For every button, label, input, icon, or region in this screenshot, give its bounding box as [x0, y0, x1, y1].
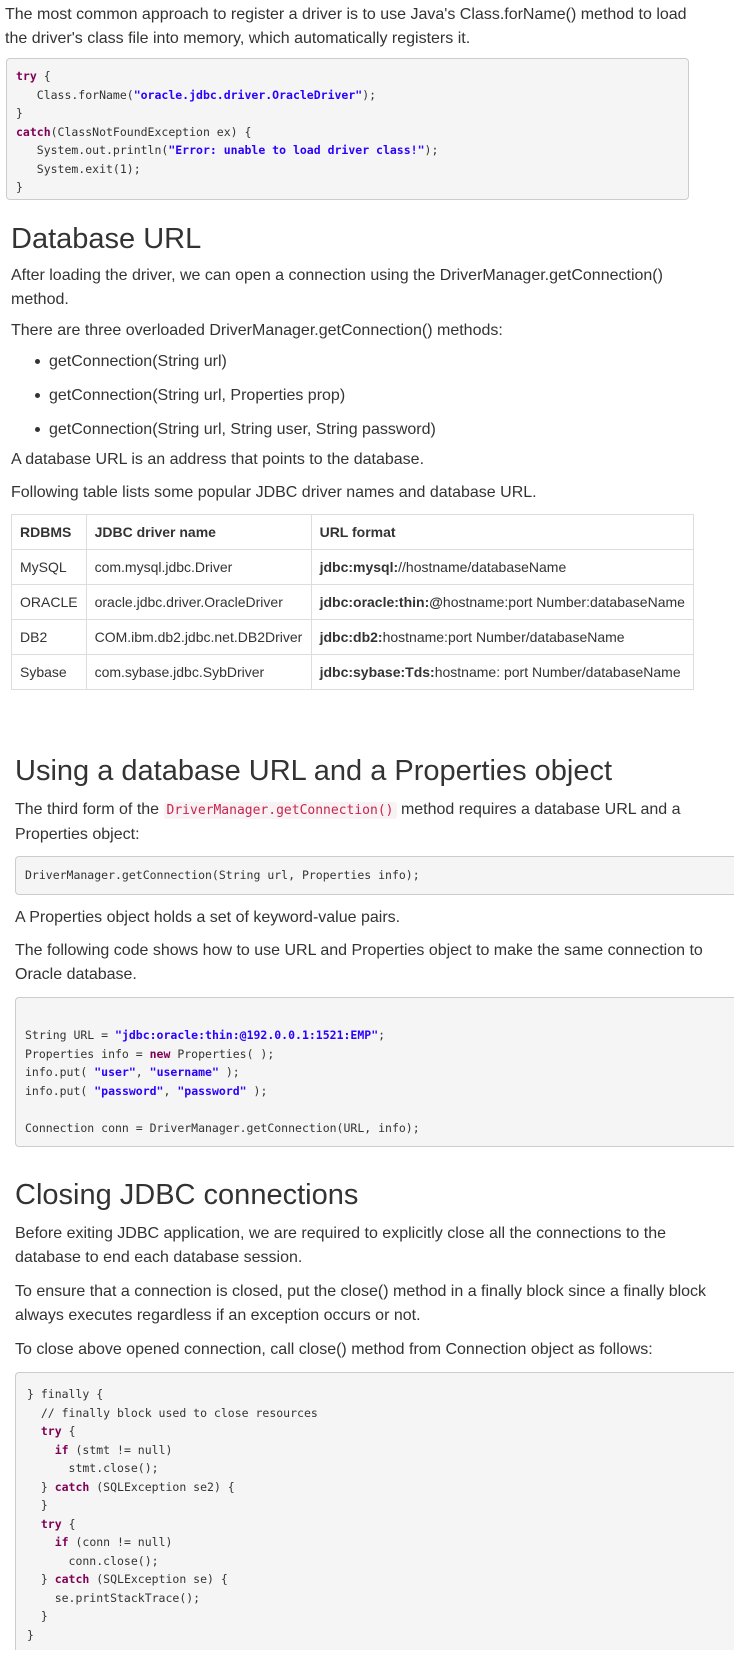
table-row: Sybase com.sybase.jdbc.SybDriver jdbc:sy… [11, 654, 695, 690]
code-block-signature: DriverManager.getConnection(String url, … [15, 856, 734, 895]
list-item: getConnection(String url) [11, 350, 691, 384]
code-block-register-driver: try { Class.forName("oracle.jdbc.driver.… [6, 58, 689, 200]
code-block-finally: } finally { // finally block used to clo… [15, 1372, 734, 1650]
bullet-icon [35, 359, 40, 364]
props-paragraph-1: The third form of the DriverManager.getC… [15, 801, 681, 843]
code-string: "password" [177, 1083, 247, 1098]
code-keyword: catch [54, 1479, 90, 1494]
url-format-cell: jdbc:oracle:thin:@hostname:port Number:d… [310, 584, 695, 620]
code-keyword: catch [16, 124, 51, 139]
column-header: URL format [310, 514, 695, 550]
code-keyword: new [149, 1046, 171, 1061]
bullet-icon [35, 393, 40, 398]
code-keyword: if [54, 1535, 69, 1549]
db-url-paragraph-2: There are three overloaded DriverManager… [11, 322, 503, 339]
code-keyword: try [16, 69, 37, 83]
db-url-paragraph-3: A database URL is an address that points… [11, 451, 425, 468]
code-keyword: catch [54, 1572, 90, 1586]
heading-properties-object: Using a database URL and a Properties ob… [15, 755, 613, 787]
rdbms-cell: DB2 [11, 619, 87, 655]
table-header-row: RDBMS JDBC driver name URL format [11, 514, 695, 550]
jdbc-driver-table: RDBMS JDBC driver name URL format MySQL … [11, 514, 695, 690]
driver-cell: COM.ibm.db2.jdbc.net.DB2Driver [85, 619, 312, 655]
code-string: "password" [94, 1083, 164, 1098]
code-keyword: try [40, 1424, 62, 1438]
driver-cell: com.sybase.jdbc.SybDriver [85, 654, 312, 690]
closing-paragraph-1: Before exiting JDBC application, we are … [15, 1225, 667, 1266]
list-item: getConnection(String url, Properties pro… [11, 384, 691, 418]
db-url-paragraph-1: After loading the driver, we can open a … [11, 267, 663, 308]
driver-cell: com.mysql.jdbc.Driver [85, 549, 312, 585]
get-connection-list: getConnection(String url) getConnection(… [11, 350, 691, 452]
code-keyword: try [40, 1516, 62, 1531]
closing-paragraph-3: To close above opened connection, call c… [15, 1341, 653, 1358]
inline-code: DriverManager.getConnection() [163, 802, 397, 819]
intro-paragraph: The most common approach to register a d… [5, 6, 687, 47]
heading-closing-connections: Closing JDBC connections [15, 1179, 359, 1211]
closing-paragraph-2: To ensure that a connection is closed, p… [15, 1283, 707, 1324]
db-url-paragraph-4: Following table lists some popular JDBC … [11, 484, 537, 501]
props-paragraph-3: The following code shows how to use URL … [15, 942, 703, 983]
column-header: RDBMS [11, 514, 87, 550]
code-string: "username" [149, 1065, 219, 1079]
table-row: MySQL com.mysql.jdbc.Driver jdbc:mysql:/… [11, 549, 695, 585]
rdbms-cell: Sybase [11, 654, 87, 690]
table-row: DB2 COM.ibm.db2.jdbc.net.DB2Driver jdbc:… [11, 619, 695, 655]
code-string: "user" [94, 1065, 136, 1079]
bullet-icon [35, 427, 40, 432]
code-string: "jdbc:oracle:thin:@192.0.0.1:1521:EMP" [115, 1028, 379, 1042]
code-block-properties: String URL = "jdbc:oracle:thin:@192.0.0.… [15, 997, 734, 1147]
list-item: getConnection(String url, String user, S… [11, 418, 691, 452]
heading-database-url: Database URL [11, 223, 202, 255]
rdbms-cell: MySQL [11, 549, 87, 585]
props-paragraph-2: A Properties object holds a set of keywo… [15, 909, 401, 926]
driver-cell: oracle.jdbc.driver.OracleDriver [85, 584, 312, 620]
code-string: "Error: unable to load driver class!" [168, 143, 425, 157]
url-format-cell: jdbc:db2:hostname:port Number/databaseNa… [310, 619, 695, 655]
url-format-cell: jdbc:mysql://hostname/databaseName [310, 549, 695, 585]
column-header: JDBC driver name [85, 514, 312, 550]
url-format-cell: jdbc:sybase:Tds:hostname: port Number/da… [310, 654, 695, 690]
table-row: ORACLE oracle.jdbc.driver.OracleDriver j… [11, 584, 695, 620]
code-keyword: if [54, 1442, 69, 1457]
rdbms-cell: ORACLE [11, 584, 87, 620]
code-string: "oracle.jdbc.driver.OracleDriver" [133, 87, 363, 102]
